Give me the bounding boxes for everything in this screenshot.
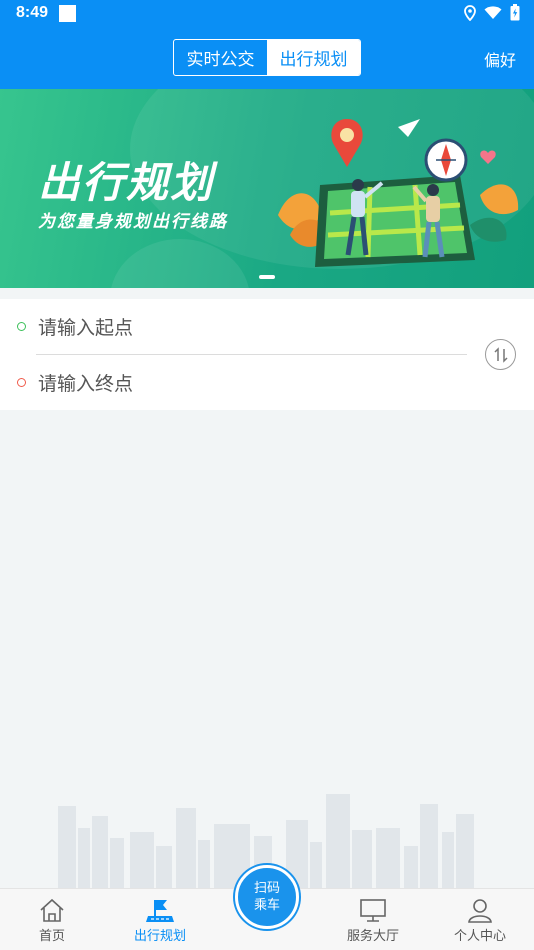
- tab-trip-planning[interactable]: 出行规划: [267, 40, 360, 75]
- scan-button-line1: 扫码: [253, 881, 280, 896]
- end-point-placeholder: 请输入终点: [38, 373, 134, 395]
- status-icons: [464, 4, 520, 21]
- banner-title: 出行规划: [38, 158, 215, 207]
- status-bar: 8:49: [0, 0, 534, 28]
- status-time: 8:49: [16, 4, 49, 21]
- swap-vertical-icon: [493, 346, 508, 363]
- route-input-card: 请输入起点 请输入终点: [0, 299, 534, 410]
- tab-realtime-bus[interactable]: 实时公交: [174, 40, 267, 75]
- banner-subtitle: 为您量身规划出行线路: [38, 212, 228, 232]
- nav-item-label: 服务大厅: [346, 929, 399, 944]
- person-icon: [468, 899, 492, 923]
- location-icon: [464, 4, 476, 21]
- nav-item-personal-center[interactable]: 个人中心: [435, 889, 525, 950]
- start-dot-icon: [17, 322, 26, 331]
- start-point-placeholder: 请输入起点: [38, 317, 134, 339]
- swap-button[interactable]: [485, 339, 516, 370]
- battery-icon: [510, 4, 520, 21]
- monitor-icon: [360, 899, 386, 922]
- notification-icon: [59, 5, 76, 22]
- banner-map-illustration: [278, 119, 519, 267]
- nav-item-trip-planning[interactable]: 出行规划: [115, 889, 205, 950]
- nav-item-label: 首页: [38, 929, 65, 944]
- start-point-input[interactable]: 请输入起点: [0, 299, 470, 354]
- home-icon: [40, 898, 64, 922]
- end-point-input[interactable]: 请输入终点: [0, 355, 470, 410]
- nav-item-home[interactable]: 首页: [7, 889, 97, 950]
- wifi-icon: [484, 6, 502, 19]
- carousel-indicator[interactable]: [259, 275, 275, 279]
- scan-to-ride-button[interactable]: 扫码 乘车: [235, 865, 299, 929]
- flag-icon: [146, 900, 174, 922]
- nav-item-label: 出行规划: [133, 929, 186, 944]
- nav-item-label: 个人中心: [453, 929, 506, 944]
- end-dot-icon: [17, 378, 26, 387]
- top-app-bar: 8:49 实时公交 出行规划 偏好: [0, 0, 534, 89]
- preferences-button[interactable]: 偏好: [484, 47, 516, 71]
- nav-item-service-hall[interactable]: 服务大厅: [328, 889, 418, 950]
- mode-tab-group: 实时公交 出行规划: [173, 39, 361, 76]
- promo-banner[interactable]: 出行规划 为您量身规划出行线路: [0, 89, 534, 288]
- scan-button-line2: 乘车: [253, 898, 280, 913]
